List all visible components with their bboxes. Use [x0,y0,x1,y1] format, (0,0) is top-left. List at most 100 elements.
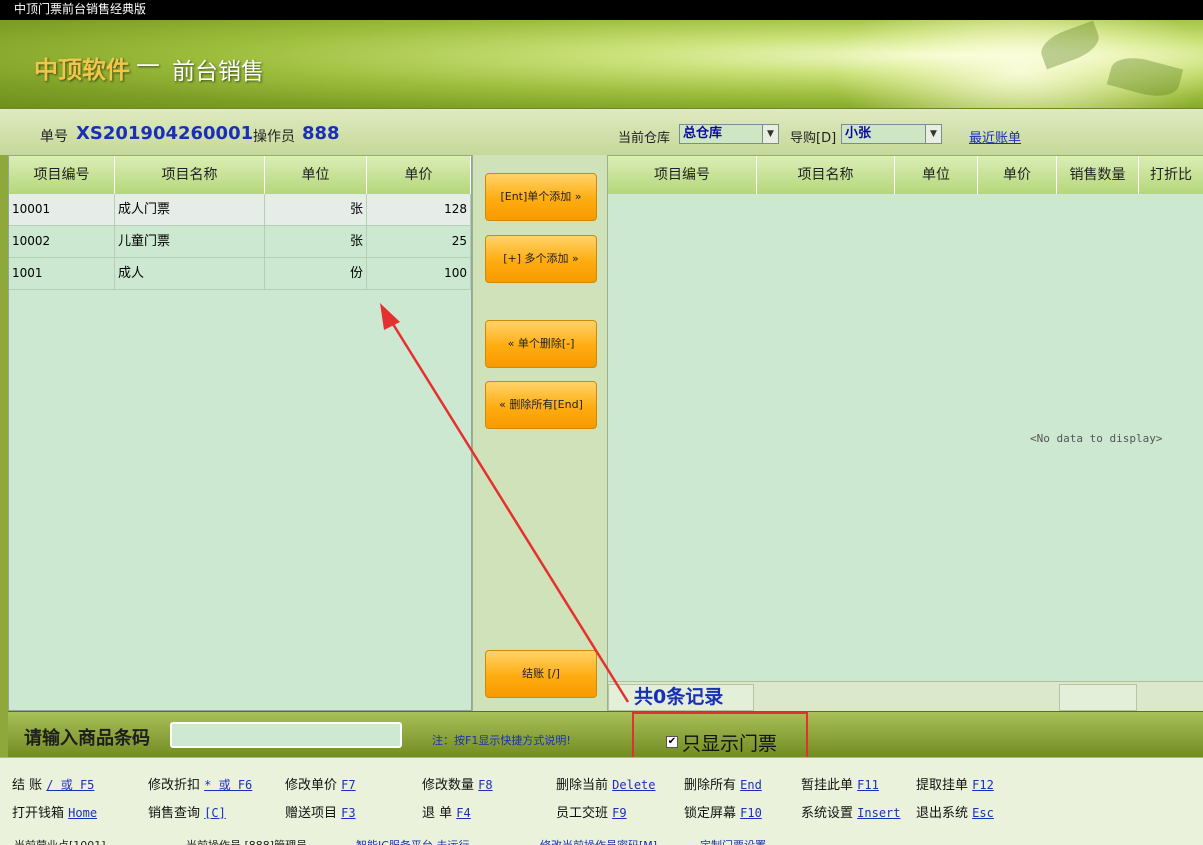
shortcut-label: 锁定屏幕 [684,806,737,821]
order-info-bar: 单号 XS201904260001 操作员 888 当前仓库 总仓库 ▼ 导购[… [0,108,1203,155]
column-header-quantity[interactable]: 销售数量 [1057,156,1139,194]
column-header-price[interactable]: 单价 [978,156,1057,194]
shortcut-key[interactable]: F8 [478,778,492,792]
status-ticket-settings[interactable]: 定制门票设置 [700,837,766,845]
table-row[interactable]: 10002 儿童门票 张 25 [9,226,471,258]
order-label: 单号 [40,129,68,145]
shortcut-discount[interactable]: 修改折扣 * 或 F6 [148,774,252,793]
shortcut-key[interactable]: Delete [612,778,655,792]
cell-name: 儿童门票 [115,226,265,257]
brand-name: 中顶软件 [34,56,130,84]
shortcut-shift-handover[interactable]: 员工交班 F9 [556,802,627,821]
barcode-bar: 请输入商品条码 注：按F1显示快捷方式说明! ✔ 只显示门票 [8,711,1203,766]
operator-value: 888 [302,123,340,144]
shortcut-key[interactable]: F3 [341,806,355,820]
shortcut-key[interactable]: Insert [857,806,900,820]
column-header-code[interactable]: 项目编号 [608,156,757,194]
window-title: 中顶门票前台销售经典版 [0,0,1203,20]
warehouse-select[interactable]: 总仓库 ▼ [679,124,779,144]
shortcut-quantity[interactable]: 修改数量 F8 [422,774,493,793]
app-banner: 中顶软件 — 前台销售 [0,20,1203,108]
barcode-input[interactable] [170,722,402,748]
shortcut-settings[interactable]: 系统设置 Insert [801,802,901,821]
table-row[interactable]: 10001 成人门票 张 128 [9,194,471,226]
shortcut-cash-drawer[interactable]: 打开钱箱 Home [12,802,97,821]
shortcut-key[interactable]: / 或 F5 [46,778,94,792]
barcode-label: 请输入商品条码 [24,728,150,749]
summary-cell [1059,684,1137,711]
shortcut-refund[interactable]: 退 单 F4 [422,802,471,821]
shortcut-key[interactable]: End [740,778,762,792]
shortcut-checkout[interactable]: 结 账 / 或 F5 [12,774,94,793]
shortcut-key[interactable]: F4 [456,806,470,820]
add-single-button[interactable]: [Ent]单个添加 » [485,173,597,221]
shortcut-key[interactable]: F7 [341,778,355,792]
shortcut-key[interactable]: Home [68,806,97,820]
shortcut-exit[interactable]: 退出系统 Esc [916,802,994,821]
add-multiple-button[interactable]: [+] 多个添加 » [485,235,597,283]
shortcut-retrieve-order[interactable]: 提取挂单 F12 [916,774,994,793]
shortcut-label: 赠送项目 [285,806,338,821]
table-row[interactable]: 1001 成人 份 100 [9,258,471,290]
column-header-code[interactable]: 项目编号 [9,156,115,194]
cell-code: 10001 [9,194,115,225]
shortcut-label: 修改折扣 [148,778,201,793]
shortcut-lock-screen[interactable]: 锁定屏幕 F10 [684,802,762,821]
status-bar: 当前营业点[1001] 当前操作员 [888]管理员 智能IC服务平台 未运行 … [0,829,1203,845]
shortcut-label: 员工交班 [556,806,609,821]
shortcut-key[interactable]: F9 [612,806,626,820]
column-header-unit[interactable]: 单位 [265,156,367,194]
shortcut-label: 退出系统 [916,806,969,821]
cell-price: 100 [367,258,471,289]
delete-all-button[interactable]: « 删除所有[End] [485,381,597,429]
shortcut-key[interactable]: F10 [740,806,762,820]
chevron-down-icon[interactable]: ▼ [762,125,778,143]
shortcut-hold-order[interactable]: 暂挂此单 F11 [801,774,879,793]
column-header-name[interactable]: 项目名称 [757,156,895,194]
product-list-panel: 项目编号 项目名称 单位 单价 10001 成人门票 张 128 10002 儿… [8,155,472,711]
cell-unit: 张 [265,194,367,225]
cell-code: 10002 [9,226,115,257]
checkout-button[interactable]: 结账 [/] [485,650,597,698]
status-ic-platform[interactable]: 智能IC服务平台 未运行 [356,837,469,845]
shortcut-label: 打开钱箱 [12,806,65,821]
operator-label: 操作员 [253,129,295,145]
order-number: XS201904260001 [76,123,254,144]
column-header-price[interactable]: 单价 [367,156,471,194]
shortcut-sales-query[interactable]: 销售查询 [C] [148,802,226,821]
cell-name: 成人门票 [115,194,265,225]
shortcut-label: 删除所有 [684,778,737,793]
column-header-unit[interactable]: 单位 [895,156,978,194]
only-tickets-label[interactable]: 只显示门票 [682,729,777,756]
recent-bills-link[interactable]: 最近账单 [969,127,1021,146]
shortcut-delete-current[interactable]: 删除当前 Delete [556,774,656,793]
cell-unit: 张 [265,226,367,257]
status-store: 当前营业点[1001] [14,837,106,845]
shortcut-price[interactable]: 修改单价 F7 [285,774,356,793]
cell-price: 25 [367,226,471,257]
product-grid-header: 项目编号 项目名称 单位 单价 [9,156,471,194]
shortcut-label: 删除当前 [556,778,609,793]
only-tickets-checkbox[interactable]: ✔ [666,736,678,748]
cell-code: 1001 [9,258,115,289]
chevron-down-icon[interactable]: ▼ [925,125,941,143]
column-header-discount[interactable]: 打折比 [1139,156,1203,194]
delete-single-button[interactable]: « 单个删除[-] [485,320,597,368]
shortcut-key[interactable]: Esc [972,806,994,820]
shortcut-gift[interactable]: 赠送项目 F3 [285,802,356,821]
cell-price: 128 [367,194,471,225]
shortcut-label: 销售查询 [148,806,201,821]
record-count: 共0条记录 [634,686,724,708]
shortcut-key[interactable]: * 或 F6 [204,778,252,792]
shortcut-key[interactable]: [C] [204,806,226,820]
status-change-password[interactable]: 修改当前操作员密码[M] [540,837,657,845]
shortcut-key[interactable]: F12 [972,778,994,792]
shortcut-key[interactable]: F11 [857,778,879,792]
empty-grid-message: <No data to display> [1030,432,1163,445]
column-header-name[interactable]: 项目名称 [115,156,265,194]
shortcut-label: 结 账 [12,778,43,793]
shortcut-delete-all[interactable]: 删除所有 End [684,774,762,793]
status-operator: 当前操作员 [888]管理员 [186,837,307,845]
shortcut-bar: 结 账 / 或 F5 修改折扣 * 或 F6 修改单价 F7 修改数量 F8 删… [0,757,1203,829]
guide-select[interactable]: 小张 ▼ [841,124,942,144]
